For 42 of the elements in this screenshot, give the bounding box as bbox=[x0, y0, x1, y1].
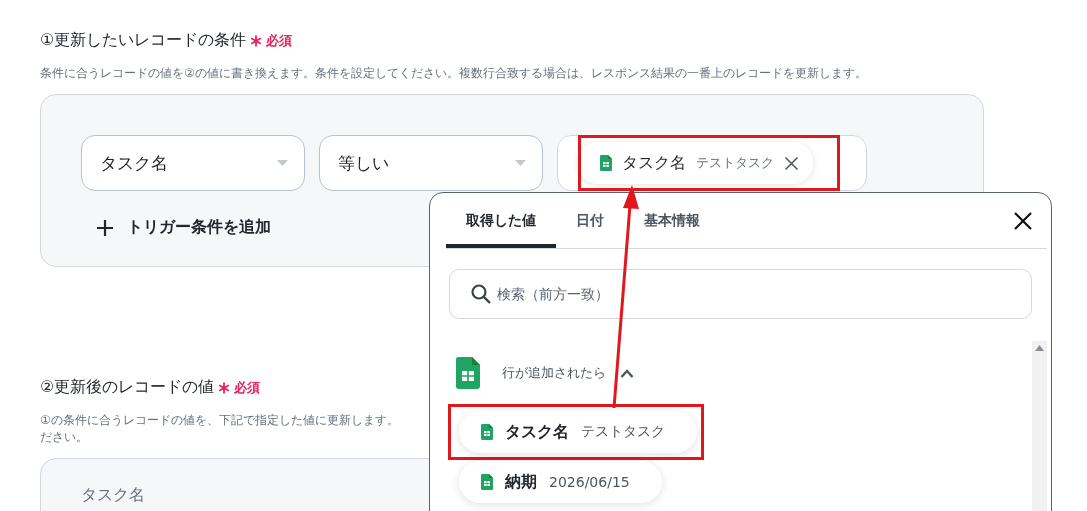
close-icon bbox=[1013, 210, 1033, 231]
plus-icon bbox=[97, 219, 113, 236]
section-description: 条件に合うレコードの値を②の値に書き換えます。条件を設定してください。複数行合致する場合は、レスポンス結果の一番上のレコードを更新します。 bbox=[40, 65, 868, 82]
chevron-icon bbox=[620, 368, 634, 378]
add-condition-button[interactable]: トリガー条件を追加 bbox=[97, 217, 271, 238]
item-name: 納期 bbox=[505, 471, 537, 493]
search-field[interactable]: 検索（前方一致） bbox=[449, 269, 1032, 319]
scroll-up-icon bbox=[1035, 345, 1044, 351]
close-icon bbox=[784, 155, 799, 171]
section-description: ①の条件に合うレコードの値を、下記で指定した値に更新します。 bbox=[40, 412, 399, 429]
value-item[interactable]: 納期 2026/06/15 bbox=[459, 461, 662, 503]
value-item[interactable]: タスク名 テストタスク bbox=[459, 411, 697, 453]
group-title: 行が追加されたら bbox=[502, 364, 606, 382]
required-label: 必須 bbox=[234, 378, 261, 397]
item-sample: 2026/06/15 bbox=[549, 474, 630, 490]
caret-icon bbox=[277, 160, 288, 166]
search-icon bbox=[471, 284, 491, 304]
item-sample: テストタスク bbox=[581, 423, 665, 441]
caret-icon bbox=[515, 160, 526, 166]
asterisk-icon bbox=[250, 34, 263, 47]
field-label: タスク名 bbox=[81, 485, 145, 506]
item-name: タスク名 bbox=[505, 421, 569, 443]
picker-tab[interactable]: 日付 bbox=[556, 193, 624, 248]
spreadsheet-icon bbox=[481, 424, 493, 440]
field-select[interactable]: タスク名 bbox=[81, 135, 305, 191]
operator-select[interactable]: 等しい bbox=[319, 135, 543, 191]
chip-sample: テストタスク bbox=[696, 154, 774, 172]
spreadsheet-icon bbox=[456, 357, 480, 389]
value-chip[interactable]: タスク名 テストタスク bbox=[578, 142, 813, 184]
section-description: ださい。 bbox=[40, 429, 88, 446]
picker-tab[interactable]: 基本情報 bbox=[624, 193, 720, 248]
required-label: 必須 bbox=[266, 31, 293, 50]
value-field[interactable]: タスク名 テストタスク bbox=[557, 135, 867, 191]
asterisk-icon bbox=[218, 381, 231, 394]
group-header[interactable]: 行が追加されたら bbox=[456, 357, 634, 389]
chip-name: タスク名 bbox=[622, 152, 686, 174]
spreadsheet-icon bbox=[600, 155, 612, 171]
close-button[interactable] bbox=[1013, 210, 1033, 231]
section-title: ②更新後のレコードの値 bbox=[40, 377, 215, 398]
spreadsheet-icon bbox=[481, 474, 493, 490]
section-title: ①更新したいレコードの条件 bbox=[40, 30, 247, 51]
picker-tab[interactable]: 取得した値 bbox=[446, 193, 556, 248]
